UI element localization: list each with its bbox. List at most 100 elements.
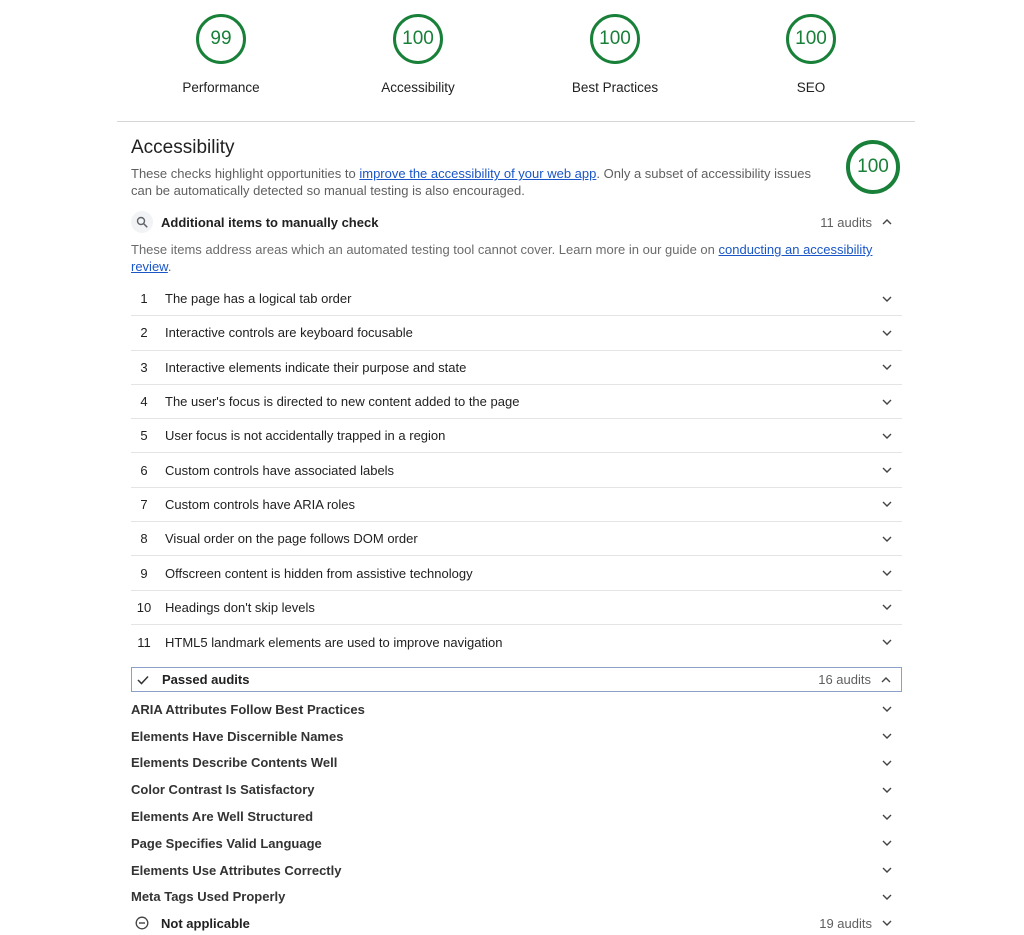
audit-number: 3 <box>140 359 148 375</box>
audit-title: Headings don't skip levels <box>165 599 315 615</box>
manual-audit-item[interactable]: 3 Interactive elements indicate their pur… <box>131 351 902 385</box>
chevron-down-icon[interactable] <box>880 783 894 797</box>
category-desc-pre: These checks highlight opportunities to <box>131 166 360 181</box>
chevron-down-icon[interactable] <box>880 497 894 511</box>
manual-check-group-header[interactable]: Additional items to manually check 11 au… <box>131 210 902 234</box>
chevron-down-icon[interactable] <box>880 756 894 770</box>
audit-title: The user's focus is directed to new cont… <box>165 394 520 410</box>
chevron-up-icon[interactable] <box>880 215 894 229</box>
manual-check-group-title: Additional items to manually check <box>161 214 379 230</box>
chevron-down-icon[interactable] <box>880 810 894 824</box>
category-title: Accessibility <box>131 137 235 158</box>
gauge-label: Performance <box>182 80 260 95</box>
passed-audit-item[interactable]: Meta Tags Used Properly <box>131 884 902 911</box>
chevron-down-icon[interactable] <box>880 566 894 580</box>
manual-audit-item[interactable]: 2 Interactive controls are keyboard focus… <box>131 316 902 351</box>
chevron-down-icon[interactable] <box>880 429 894 443</box>
category-score-gauge: 100 <box>846 140 900 194</box>
audit-number: 10 <box>136 599 152 615</box>
score-gauges: 99 Performance 100 Accessibility 100 Bes… <box>0 14 1024 114</box>
gauge-performance[interactable]: 99 Performance <box>151 14 291 95</box>
audit-title: Interactive elements indicate their purp… <box>165 359 467 375</box>
chevron-down-icon[interactable] <box>880 326 894 340</box>
passed-audit-item[interactable]: Page Specifies Valid Language <box>131 830 902 857</box>
passed-audit-item[interactable]: Elements Have Discernible Names <box>131 723 902 750</box>
manual-check-count: 11 audits <box>820 214 872 230</box>
gauge-ring: 100 <box>590 14 640 64</box>
gauge-accessibility[interactable]: 100 Accessibility <box>348 14 488 95</box>
passed-audit-title: Elements Describe Contents Well <box>131 755 338 771</box>
audit-title: The page has a logical tab order <box>165 291 352 307</box>
passed-audit-title: ARIA Attributes Follow Best Practices <box>131 701 365 717</box>
chevron-down-icon[interactable] <box>880 916 894 930</box>
gauge-seo[interactable]: 100 SEO <box>741 14 881 95</box>
gauge-best-practices[interactable]: 100 Best Practices <box>545 14 685 95</box>
passed-audit-item[interactable]: Elements Use Attributes Correctly <box>131 857 902 884</box>
audit-title: Visual order on the page follows DOM ord… <box>165 531 418 547</box>
chevron-down-icon[interactable] <box>880 890 894 904</box>
chevron-down-icon[interactable] <box>880 360 894 374</box>
manual-audit-item[interactable]: 6 Custom controls have associated labels <box>131 453 902 488</box>
passed-audit-title: Elements Have Discernible Names <box>131 728 344 744</box>
chevron-down-icon[interactable] <box>880 836 894 850</box>
passed-audits-title: Passed audits <box>162 672 250 687</box>
manual-check-description: These items address areas which an autom… <box>131 241 901 275</box>
passed-audits-list: ARIA Attributes Follow Best Practices El… <box>131 696 902 910</box>
audit-title: HTML5 landmark elements are used to impr… <box>165 634 503 650</box>
audit-number: 9 <box>140 565 148 581</box>
manual-desc-pre: These items address areas which an autom… <box>131 242 719 257</box>
chevron-down-icon[interactable] <box>880 463 894 477</box>
manual-audit-item[interactable]: 8 Visual order on the page follows DOM or… <box>131 522 902 557</box>
not-applicable-title: Not applicable <box>161 915 250 931</box>
gauge-label: Accessibility <box>381 80 455 95</box>
chevron-down-icon[interactable] <box>880 863 894 877</box>
manual-audit-item[interactable]: 9 Offscreen content is hidden from assist… <box>131 556 902 591</box>
passed-audit-item[interactable]: Color Contrast Is Satisfactory <box>131 776 902 803</box>
audit-number: 11 <box>137 634 151 650</box>
manual-audit-item[interactable]: 1 The page has a logical tab order <box>131 282 902 317</box>
passed-audit-item[interactable]: Elements Describe Contents Well <box>131 750 902 777</box>
passed-audit-title: Elements Use Attributes Correctly <box>131 862 342 878</box>
not-applicable-count: 19 audits <box>819 915 872 931</box>
chevron-down-icon[interactable] <box>880 600 894 614</box>
chevron-up-icon[interactable] <box>879 673 893 687</box>
manual-audit-item[interactable]: 5 User focus is not accidentally trapped … <box>131 419 902 454</box>
passed-audit-title: Elements Are Well Structured <box>131 809 314 825</box>
manual-desc-post: . <box>167 259 172 274</box>
audit-number: 6 <box>140 462 148 478</box>
gauge-label: Best Practices <box>571 80 659 95</box>
manual-audit-item[interactable]: 7 Custom controls have ARIA roles <box>131 488 902 523</box>
audit-number: 8 <box>140 531 148 547</box>
gauge-ring: 99 <box>196 14 246 64</box>
audit-number: 5 <box>140 428 148 444</box>
improve-accessibility-link[interactable]: improve the accessibility of your web ap… <box>359 166 596 181</box>
section-divider <box>117 121 915 122</box>
audit-number: 1 <box>140 291 148 307</box>
passed-audit-title: Meta Tags Used Properly <box>131 889 286 905</box>
chevron-down-icon[interactable] <box>880 635 894 649</box>
not-applicable-group-header[interactable]: Not applicable 19 audits <box>131 911 902 935</box>
manual-check-list: 1 The page has a logical tab order 2 Inter… <box>131 282 902 659</box>
passed-audits-group-header[interactable]: Passed audits 16 audits <box>131 667 902 692</box>
audit-title: User focus is not accidentally trapped i… <box>165 428 446 444</box>
audit-title: Offscreen content is hidden from assisti… <box>165 565 473 581</box>
chevron-down-icon[interactable] <box>880 729 894 743</box>
gauge-ring: 100 <box>786 14 836 64</box>
audit-number: 7 <box>140 496 148 512</box>
manual-audit-item[interactable]: 11 HTML5 landmark elements are used to im… <box>131 625 902 659</box>
chevron-down-icon[interactable] <box>880 292 894 306</box>
search-icon <box>131 211 153 233</box>
manual-audit-item[interactable]: 10 Headings don't skip levels <box>131 591 902 625</box>
check-icon <box>132 669 154 691</box>
audit-number: 4 <box>140 394 148 410</box>
passed-audit-item[interactable]: Elements Are Well Structured <box>131 803 902 830</box>
chevron-down-icon[interactable] <box>880 532 894 546</box>
passed-audit-item[interactable]: ARIA Attributes Follow Best Practices <box>131 696 902 723</box>
passed-audit-title: Color Contrast Is Satisfactory <box>131 782 315 798</box>
category-description: These checks highlight opportunities to … <box>131 165 821 199</box>
audit-title: Interactive controls are keyboard focusa… <box>165 325 413 341</box>
chevron-down-icon[interactable] <box>880 395 894 409</box>
audit-title: Custom controls have ARIA roles <box>165 496 356 512</box>
manual-audit-item[interactable]: 4 The user's focus is directed to new con… <box>131 385 902 420</box>
chevron-down-icon[interactable] <box>880 702 894 716</box>
